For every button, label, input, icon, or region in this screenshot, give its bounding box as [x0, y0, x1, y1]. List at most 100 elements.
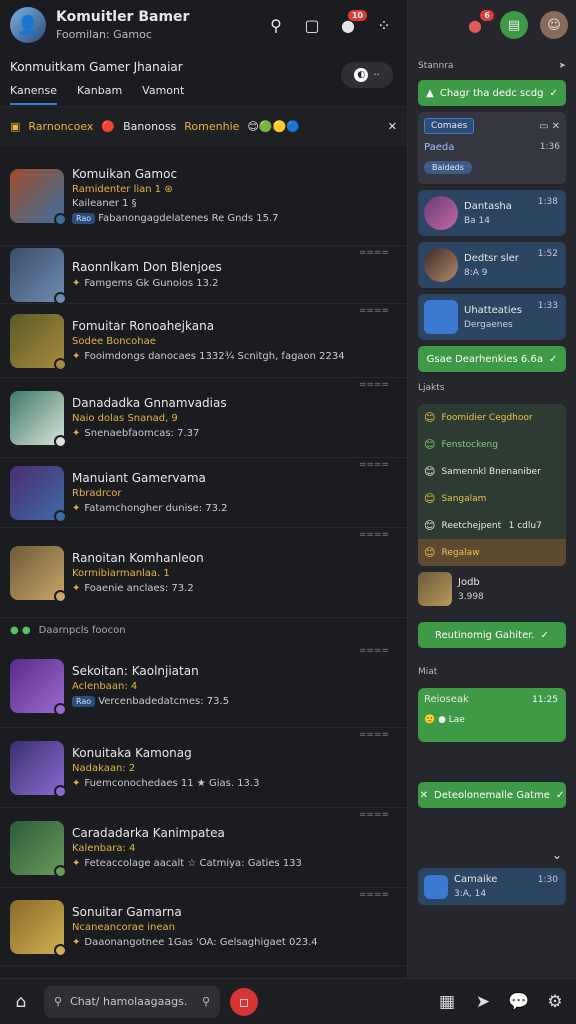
- filter-label[interactable]: Rarnoncoex: [28, 120, 93, 133]
- channel-badge-icon: [54, 509, 67, 523]
- person-card-3[interactable]: Camaike 3:A, 14 1:30: [418, 868, 566, 905]
- chat-meta: Kalenbara: 4: [72, 843, 136, 854]
- list-item[interactable]: 😊 Fenstockeng: [418, 431, 566, 458]
- chat-preview: ✦ Foaenie anclaes: 73.2: [72, 583, 194, 594]
- chat-preview: ✦ Daaonangotnee 1Gas 'OA: Gelsaghigaet 02…: [72, 937, 318, 948]
- side-panel: ● 6 ▤ ☺ Stannra ➤ ▲ Chagr tha dedc scdg ✓ Co…: [408, 0, 576, 1024]
- chat-thumbnail: [10, 658, 67, 716]
- info-card[interactable]: Comaes ▭ ✕ Paeda 1:36 Baideds: [418, 112, 566, 184]
- chat-meta: Ncaneancorae inean: [72, 922, 175, 933]
- chat-time: ====: [358, 730, 389, 740]
- chat-meta: Rbradrcor: [72, 488, 122, 499]
- channel-badge-icon: [54, 434, 67, 448]
- chat-thumbnail: [10, 247, 67, 305]
- green-action-2[interactable]: Gsae Dearhenkies 6.6a ✓: [418, 346, 566, 372]
- person-card-1[interactable]: Dantasha Ba 14 1:38: [418, 190, 566, 236]
- grid-icon[interactable]: ▦: [434, 992, 460, 1012]
- card-actions-icon[interactable]: ▭ ✕: [539, 121, 560, 132]
- chat-list-2: Sekoitan: Kaolnjiatan Aclenbaan: 4 Rao Verc…: [0, 644, 407, 966]
- filter-label-3[interactable]: Romenhie: [184, 120, 239, 133]
- search-submit-icon[interactable]: ⚲: [202, 995, 210, 1008]
- chat-preview: ✦ Famgems Gk Gunoios 13.2: [72, 278, 219, 289]
- chat-row[interactable]: Manuiant Gamervama Rbradrcor ✦ Fatamchonghe…: [0, 458, 407, 528]
- chat-row[interactable]: Ranoitan Komhanleon Kormibiarmanlaa. 1 ✦ Fo…: [0, 528, 407, 618]
- chevron-down-icon[interactable]: ⌄: [408, 848, 576, 862]
- section-label: ● ● Daarnpcls foocon: [10, 624, 126, 636]
- right-section-2: Ljakts: [418, 383, 445, 393]
- status-pill[interactable]: ◐ ··: [341, 62, 393, 88]
- list-item[interactable]: 😊 Sangalam: [418, 485, 566, 512]
- chat-thumbnail: [10, 465, 67, 523]
- chat-row[interactable]: Sekoitan: Kaolnjiatan Aclenbaan: 4 Rao Verc…: [0, 644, 407, 728]
- search-icon[interactable]: ⚲: [263, 12, 289, 38]
- card-tag[interactable]: Baideds: [424, 161, 472, 174]
- chat-name: Caradadarka Kanimpatea: [72, 826, 225, 840]
- chat-row[interactable]: Raonnlkam Don Blenjoes ✦ Famgems Gk Gunoio…: [0, 246, 407, 305]
- chat-name: Manuiant Gamervama: [72, 471, 206, 485]
- filter-emoji-icon: 🔴: [101, 119, 116, 133]
- chat-row[interactable]: Komuikan Gamoc Ramidenter lian 1 ⊛ Kailean…: [0, 146, 407, 246]
- person-row[interactable]: Jodb 3.998: [418, 572, 566, 606]
- filter-label-2[interactable]: Banonoss: [123, 120, 176, 133]
- card-subtitle: Paeda: [424, 142, 455, 153]
- search-input[interactable]: Chat/ hamolaagaags.: [70, 995, 194, 1008]
- chat-chip: Rao: [72, 213, 96, 224]
- profile-avatar[interactable]: ☺: [540, 11, 568, 39]
- chat-row[interactable]: Konuitaka Kamonag Nadakaan: 2 ✦ Fuemconoche…: [0, 728, 407, 808]
- chat-row[interactable]: Sonuitar Gamarna Ncaneancorae inean ✦ Daaon…: [0, 888, 407, 966]
- green-action-3[interactable]: Reutinomig Gahiter. ✓: [418, 622, 566, 648]
- home-icon[interactable]: ⌂: [8, 992, 34, 1012]
- send-icon[interactable]: ➤: [470, 992, 496, 1012]
- compose-icon[interactable]: ▢: [299, 12, 325, 38]
- app-icon[interactable]: ▤: [500, 11, 528, 39]
- channel-badge-icon: [54, 357, 67, 371]
- file-card[interactable]: Uhatteaties Dergaenes 1:33: [418, 294, 566, 340]
- settings-icon[interactable]: ⚙: [542, 992, 568, 1012]
- reaction-icons: 😊🟢🟡🔵: [247, 119, 300, 133]
- chat-thumbnail: [10, 740, 67, 798]
- person-card-2[interactable]: Dedtsr sler 8:A 9 1:52: [418, 242, 566, 288]
- green-message-card[interactable]: Reioseak 11:25 🙂 ● Lae: [418, 688, 566, 742]
- chat-name: Danadadka Gnnamvadias: [72, 396, 227, 410]
- list-item[interactable]: 😊 Foomidier Cegdhoor: [418, 404, 566, 431]
- green-action-4[interactable]: ✕ Deteolonemalle Gatme ✓: [418, 782, 566, 808]
- chat-thumbnail: [10, 390, 67, 448]
- user-avatar[interactable]: 👤: [10, 7, 46, 43]
- list-item[interactable]: 😊 Reetchejpent 1 cdlu7: [418, 512, 566, 539]
- list-item[interactable]: 😊 Samennkl Bnenaniber: [418, 458, 566, 485]
- chat-time: ====: [358, 306, 389, 316]
- notifications-icon[interactable]: ● 10: [335, 10, 367, 38]
- tab-1[interactable]: Kanbam: [77, 84, 122, 105]
- record-button[interactable]: ◻: [230, 987, 258, 1016]
- channel-badge-icon: [54, 212, 67, 226]
- chat-row[interactable]: Caradadarka Kanimpatea Kalenbara: 4 ✦ Fetea…: [0, 808, 407, 888]
- card-time: 1:36: [539, 142, 560, 152]
- tab-0[interactable]: Kanense: [10, 84, 57, 105]
- tab-2[interactable]: Vamont: [142, 84, 184, 105]
- send-icon[interactable]: ➤: [558, 61, 566, 71]
- chat-thumbnail: [10, 545, 67, 603]
- chat-meta: Aclenbaan: 4: [72, 681, 138, 692]
- green-action-1[interactable]: ▲ Chagr tha dedc scdg ✓: [418, 80, 566, 106]
- chat-name: Ranoitan Komhanleon: [72, 551, 204, 565]
- chat-search[interactable]: ⚲ Chat/ hamolaagaags. ⚲: [44, 985, 220, 1018]
- channel-badge-icon: [54, 589, 67, 603]
- chat-time: ====: [358, 248, 389, 258]
- alert-icon[interactable]: ● 6: [462, 10, 494, 38]
- chat-time: ====: [358, 530, 389, 540]
- chat-meta: Kormibiarmanlaa. 1: [72, 568, 170, 579]
- chat-meta: Nadakaan: 2: [72, 763, 136, 774]
- chat-thumbnail: [10, 899, 67, 957]
- filter-icon[interactable]: ▣: [10, 120, 20, 133]
- close-icon[interactable]: ✕: [388, 120, 397, 133]
- list-item[interactable]: 😊 Regalaw: [418, 539, 566, 566]
- channel-badge-icon: [54, 864, 67, 878]
- more-icon[interactable]: ⁘: [371, 12, 397, 38]
- channel-title: Konmuitkam Gamer Jhanaiar: [10, 60, 183, 74]
- chat-row[interactable]: Danadadka Gnnamvadias Naio dolas Snanad, …: [0, 378, 407, 458]
- app-root: 👤 Komuitler Bamer Foomilan: Gamoc ⚲ ▢ ● 1…: [0, 0, 576, 1024]
- chat-row[interactable]: Fomuitar Ronoahejkana Sodee Boncohae ✦ Fooi…: [0, 304, 407, 378]
- channel-header: Konmuitkam Gamer Jhanaiar Kanense Kanbam…: [0, 50, 407, 106]
- app-subtitle: Foomilan: Gamoc: [56, 28, 152, 41]
- chat-bubble-icon[interactable]: 💬: [506, 992, 532, 1012]
